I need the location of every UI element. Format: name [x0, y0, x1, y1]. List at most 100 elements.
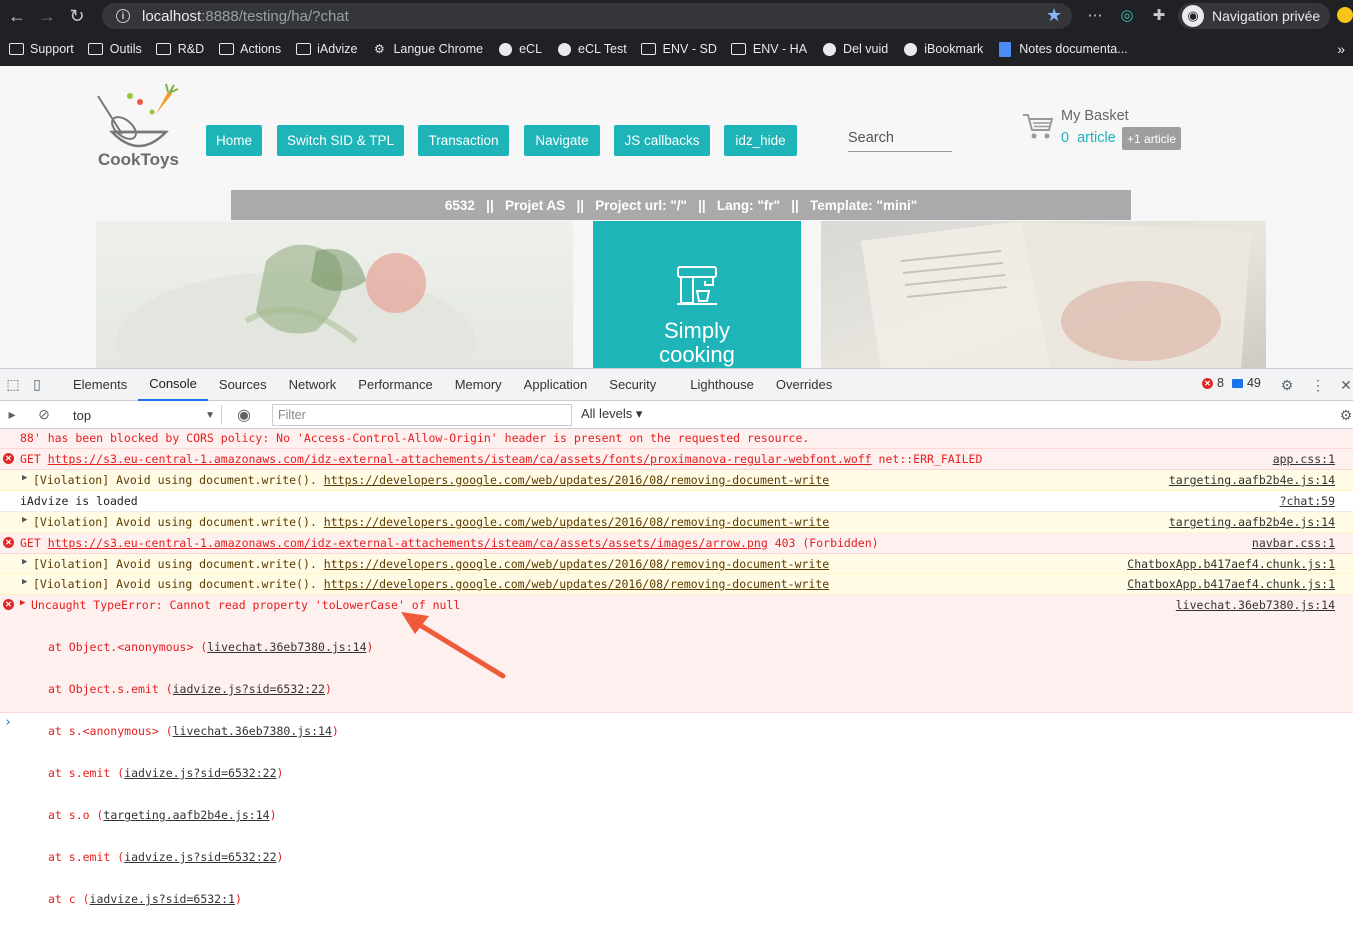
tab-memory[interactable]: Memory	[444, 369, 513, 401]
close-devtools-icon[interactable]: ✕	[1337, 376, 1353, 394]
frame-link[interactable]: targeting.aafb2b4e.js:14	[103, 808, 269, 822]
expand-triangle-icon[interactable]: ▶	[22, 515, 27, 525]
tab-console[interactable]: Console	[138, 369, 208, 401]
bookmark-actions[interactable]: Actions	[218, 42, 281, 56]
bookmark-rd[interactable]: R&D	[156, 42, 204, 56]
source-link[interactable]: ChatboxApp.b417aef4.chunk.js:1	[1127, 557, 1335, 571]
frame-text: at Object.<anonymous> (	[48, 640, 208, 654]
bookmark-ecl[interactable]: eCL	[497, 42, 542, 56]
sidebar-toggle-icon[interactable]: ▸	[3, 406, 21, 424]
frame-link[interactable]: livechat.36eb7380.js:14	[173, 724, 332, 738]
message-url-link[interactable]: https://developers.google.com/web/update…	[324, 557, 829, 571]
nav-transaction-button[interactable]: Transaction	[418, 125, 509, 156]
more-bookmarks-icon[interactable]: »	[1337, 41, 1345, 57]
source-link[interactable]: app.css:1	[1273, 452, 1335, 466]
source-link[interactable]: livechat.36eb7380.js:14	[1176, 598, 1335, 612]
bookmark-notes[interactable]: Notes documenta...	[997, 41, 1128, 57]
expand-triangle-icon[interactable]: ▶	[22, 577, 27, 587]
console-settings-gear-icon[interactable]: ⚙	[1337, 406, 1353, 424]
expand-triangle-icon[interactable]: ▶	[22, 473, 27, 483]
log-levels-select[interactable]: All levels ▾	[581, 406, 642, 422]
console-message-violation[interactable]: ▶ [Violation] Avoid using document.write…	[0, 574, 1353, 595]
console-message-error[interactable]: ✕ GET https://s3.eu-central-1.amazonaws.…	[0, 449, 1353, 470]
expand-triangle-icon[interactable]: ▶	[22, 557, 27, 567]
more-options-icon[interactable]: ⋮	[1309, 376, 1327, 394]
puzzle-icon[interactable]: ✚	[1150, 6, 1168, 24]
tab-security[interactable]: Security	[598, 369, 667, 401]
folder-icon	[218, 43, 234, 56]
nav-js-callbacks-button[interactable]: JS callbacks	[614, 125, 710, 156]
console-message-violation[interactable]: ▶ [Violation] Avoid using document.write…	[0, 470, 1353, 491]
basket-count-link[interactable]: 0 article	[1061, 130, 1116, 146]
tab-application[interactable]: Application	[513, 369, 599, 401]
bookmark-star-icon[interactable]: ★	[1046, 5, 1062, 26]
profile-avatar[interactable]	[1337, 7, 1353, 23]
reload-icon[interactable]: ↻	[64, 3, 90, 29]
frame-link[interactable]: iadvize.js?sid=6532:22	[173, 682, 325, 696]
tab-elements[interactable]: Elements	[62, 369, 138, 401]
settings-gear-icon[interactable]: ⚙	[1278, 376, 1296, 394]
issue-counters[interactable]: ✕ 8 49	[1202, 376, 1261, 390]
console-message-violation[interactable]: ▶ [Violation] Avoid using document.write…	[0, 554, 1353, 574]
back-arrow-icon[interactable]: ←	[4, 3, 30, 29]
source-link[interactable]: ChatboxApp.b417aef4.chunk.js:1	[1127, 577, 1335, 591]
nav-navigate-button[interactable]: Navigate	[524, 125, 600, 156]
forward-arrow-icon[interactable]: →	[34, 3, 60, 29]
search-input[interactable]: Search	[848, 130, 952, 152]
nav-switch-sid-button[interactable]: Switch SID & TPL	[277, 125, 404, 156]
message-url-link[interactable]: https://s3.eu-central-1.amazonaws.com/id…	[48, 536, 768, 550]
expand-triangle-icon[interactable]: ▶	[20, 598, 25, 608]
tab-sources[interactable]: Sources	[208, 369, 278, 401]
console-filter-input[interactable]: Filter	[272, 404, 572, 426]
frame-link[interactable]: iadvize.js?sid=6532:1	[90, 892, 235, 906]
message-url-link[interactable]: https://developers.google.com/web/update…	[324, 473, 829, 487]
tab-overrides[interactable]: Overrides	[765, 369, 843, 401]
context-select[interactable]: top ▼	[66, 405, 222, 425]
nav-home-button[interactable]: Home	[206, 125, 262, 156]
cart-icon[interactable]	[1022, 112, 1054, 140]
frame-link[interactable]: iadvize.js?sid=6532:22	[124, 850, 276, 864]
hero-feature-tile[interactable]: Simply cooking	[593, 221, 801, 368]
eye-icon[interactable]: ◉	[235, 406, 253, 424]
console-prompt[interactable]: ›	[4, 715, 12, 730]
bookmark-outils[interactable]: Outils	[88, 42, 142, 56]
device-toggle-icon[interactable]: ▯	[28, 376, 46, 394]
bookmark-langue-chrome[interactable]: ⚙ Langue Chrome	[371, 42, 483, 56]
message-url-link[interactable]: https://developers.google.com/web/update…	[324, 577, 829, 591]
frame-link[interactable]: livechat.36eb7380.js:14	[207, 640, 366, 654]
bookmark-env-sd[interactable]: ENV - SD	[641, 42, 717, 56]
bookmark-support[interactable]: Support	[8, 42, 74, 56]
bookmark-label: Outils	[109, 42, 142, 56]
bookmark-ibookmark[interactable]: iBookmark	[902, 42, 983, 56]
tab-network[interactable]: Network	[278, 369, 348, 401]
source-link[interactable]: ?chat:59	[1280, 494, 1335, 508]
bookmark-iadvize[interactable]: iAdvize	[295, 42, 357, 56]
console-message-error[interactable]: 88' has been blocked by CORS policy: No …	[0, 429, 1353, 449]
error-icon: ✕	[3, 599, 14, 610]
message-url-link[interactable]: https://s3.eu-central-1.amazonaws.com/id…	[48, 452, 872, 466]
frame-link[interactable]: iadvize.js?sid=6532:22	[124, 766, 276, 780]
private-mode-badge[interactable]: ◉ Navigation privée	[1178, 3, 1331, 29]
bookmark-ecl-test[interactable]: eCL Test	[556, 42, 627, 56]
frame-text-end: )	[276, 766, 284, 780]
source-link[interactable]: navbar.css:1	[1252, 536, 1335, 550]
console-message-error[interactable]: ✕ GET https://s3.eu-central-1.amazonaws.…	[0, 533, 1353, 554]
tab-performance[interactable]: Performance	[347, 369, 443, 401]
console-message-uncaught-error[interactable]: ✕ ▶ Uncaught TypeError: Cannot read prop…	[0, 595, 1353, 906]
inspect-element-icon[interactable]: ⬚	[4, 376, 22, 394]
console-message-violation[interactable]: ▶ [Violation] Avoid using document.write…	[0, 512, 1353, 533]
source-link[interactable]: targeting.aafb2b4e.js:14	[1169, 515, 1335, 529]
console-message-log[interactable]: iAdvize is loaded ?chat:59	[0, 491, 1353, 512]
tab-lighthouse[interactable]: Lighthouse	[679, 369, 765, 401]
message-url-link[interactable]: https://developers.google.com/web/update…	[324, 515, 829, 529]
address-bar[interactable]: i localhost:8888/testing/ha/?chat	[102, 3, 1072, 29]
info-icon[interactable]: i	[116, 9, 130, 23]
bookmark-env-ha[interactable]: ENV - HA	[731, 42, 807, 56]
folder-icon	[88, 43, 104, 56]
extension-leaf-icon[interactable]: ◎	[1118, 6, 1136, 24]
bookmark-del-vuid[interactable]: Del vuid	[821, 42, 888, 56]
nav-idz-hide-button[interactable]: idz_hide	[724, 125, 797, 156]
clear-console-icon[interactable]: ⊘	[35, 406, 53, 424]
source-link[interactable]: targeting.aafb2b4e.js:14	[1169, 473, 1335, 487]
extension-menu-icon[interactable]: ⋯	[1086, 6, 1104, 24]
